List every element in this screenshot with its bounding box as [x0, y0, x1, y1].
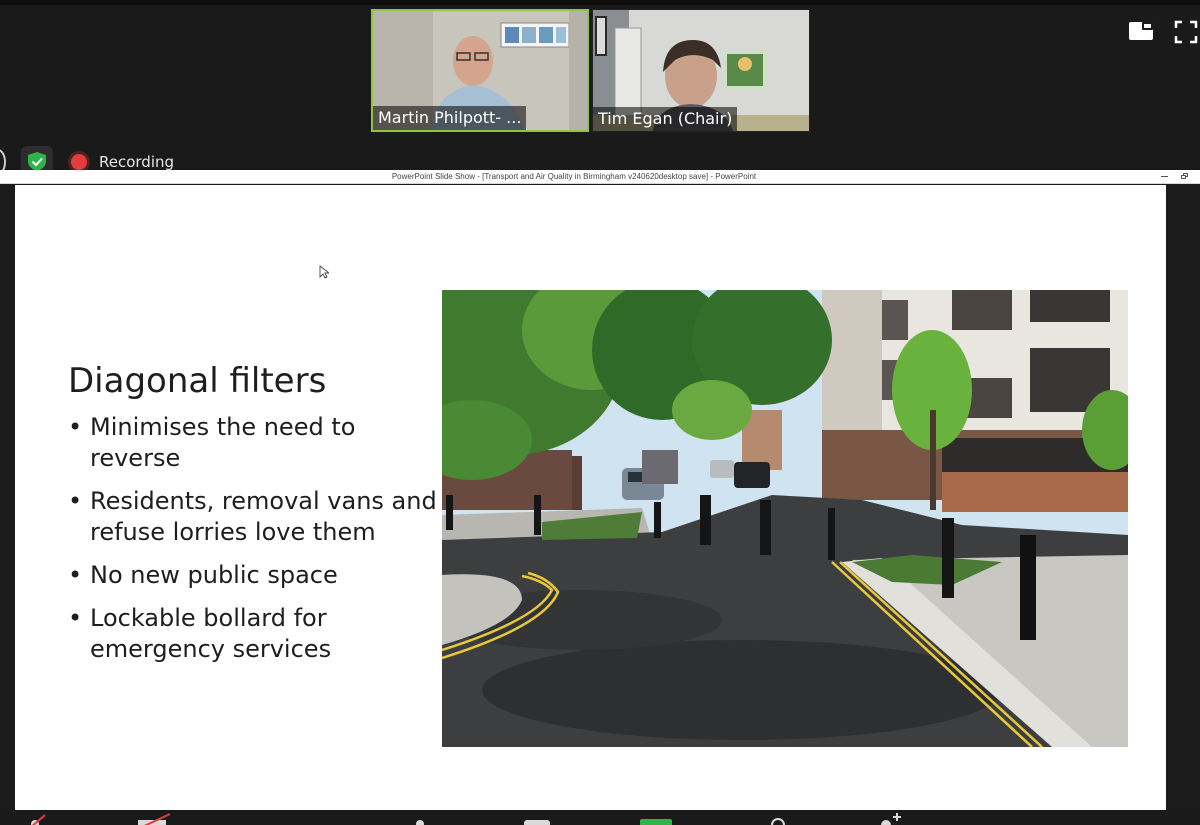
- speaker-view-icon: [1129, 22, 1153, 40]
- meeting-bottom-toolbar: [0, 810, 1200, 825]
- recording-label[interactable]: Recording: [99, 153, 174, 171]
- participants-icon: [416, 820, 424, 825]
- security-shield-icon: [28, 152, 46, 171]
- bullet-text: Minimises the need to reverse: [90, 413, 356, 472]
- street-photo: [442, 290, 1128, 747]
- slide-title: Diagonal filters: [68, 361, 327, 401]
- bullet-text: Residents, removal vans and refuse lorri…: [90, 487, 437, 546]
- participant-name-label-2: Tim Egan (Chair): [593, 107, 738, 131]
- share-screen-icon: [640, 819, 672, 825]
- toolbar-icons-cropped: [31, 813, 901, 825]
- participant-name-label-1: Martin Philpott- ...: [373, 106, 527, 130]
- bullet-text: No new public space: [90, 561, 338, 589]
- restore-icon[interactable]: [1181, 173, 1189, 180]
- presentation-slide: Diagonal filters • Minimises the need to …: [15, 185, 1166, 810]
- speaker-view-button[interactable]: [1129, 20, 1153, 44]
- fullscreen-icon: [1174, 20, 1198, 44]
- shared-screen-window: PowerPoint Slide Show - [Transport and A…: [0, 170, 1200, 810]
- bullet-item: • Lockable bollard for emergency services: [68, 603, 438, 665]
- top-strip: [0, 0, 1200, 5]
- fullscreen-button[interactable]: [1174, 20, 1198, 44]
- bullet-item: • No new public space: [68, 560, 438, 591]
- bullet-text: Lockable bollard for emergency services: [90, 604, 332, 663]
- bullet-icon: •: [68, 413, 83, 441]
- meeting-top-bar: Martin Philpott- ... Tim Egan (Chair) Re…: [0, 0, 1200, 177]
- bullet-icon: •: [68, 487, 83, 515]
- bullet-icon: •: [68, 604, 83, 632]
- record-icon: [771, 818, 785, 825]
- window-titlebar: PowerPoint Slide Show - [Transport and A…: [0, 170, 1200, 184]
- chat-icon: [524, 820, 550, 825]
- window-title: PowerPoint Slide Show - [Transport and A…: [391, 172, 757, 181]
- bullet-icon: •: [68, 561, 83, 589]
- mouse-cursor-icon: [319, 265, 329, 279]
- bullet-item: • Residents, removal vans and refuse lorr…: [68, 486, 438, 548]
- bullet-item: • Minimises the need to reverse: [68, 412, 438, 474]
- participant-video-tile-1[interactable]: Martin Philpott- ...: [371, 9, 589, 132]
- minimize-icon[interactable]: [1161, 176, 1168, 177]
- reactions-icon: [881, 820, 891, 825]
- slide-bullet-list: • Minimises the need to reverse • Resident…: [68, 412, 438, 677]
- recording-dot-icon: [71, 154, 87, 170]
- participant-video-tile-2[interactable]: Tim Egan (Chair): [592, 9, 810, 132]
